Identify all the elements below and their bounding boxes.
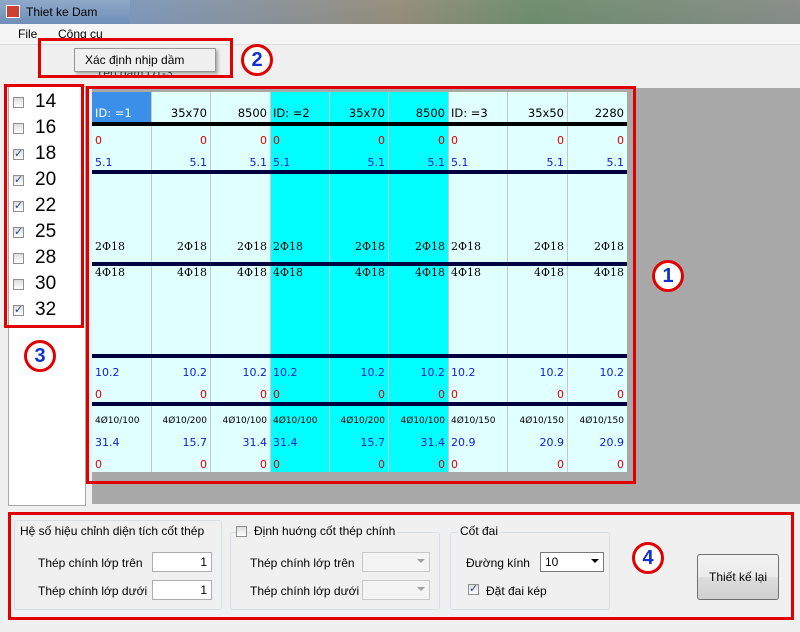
annotation-box-checklist	[4, 84, 84, 328]
annotation-box-grid	[86, 86, 636, 484]
annotation-4: 4	[632, 542, 664, 574]
annotation-2: 2	[241, 44, 273, 76]
menu-file[interactable]: File	[18, 27, 37, 41]
title-bar-background	[130, 0, 800, 24]
title-bar	[0, 0, 800, 24]
annotation-box-bottom	[8, 512, 794, 620]
app-icon	[6, 5, 20, 18]
window-title: Thiet ke Dam	[26, 5, 98, 19]
annotation-1: 1	[652, 260, 684, 292]
annotation-3: 3	[24, 340, 56, 372]
annotation-box-menu	[38, 38, 233, 78]
